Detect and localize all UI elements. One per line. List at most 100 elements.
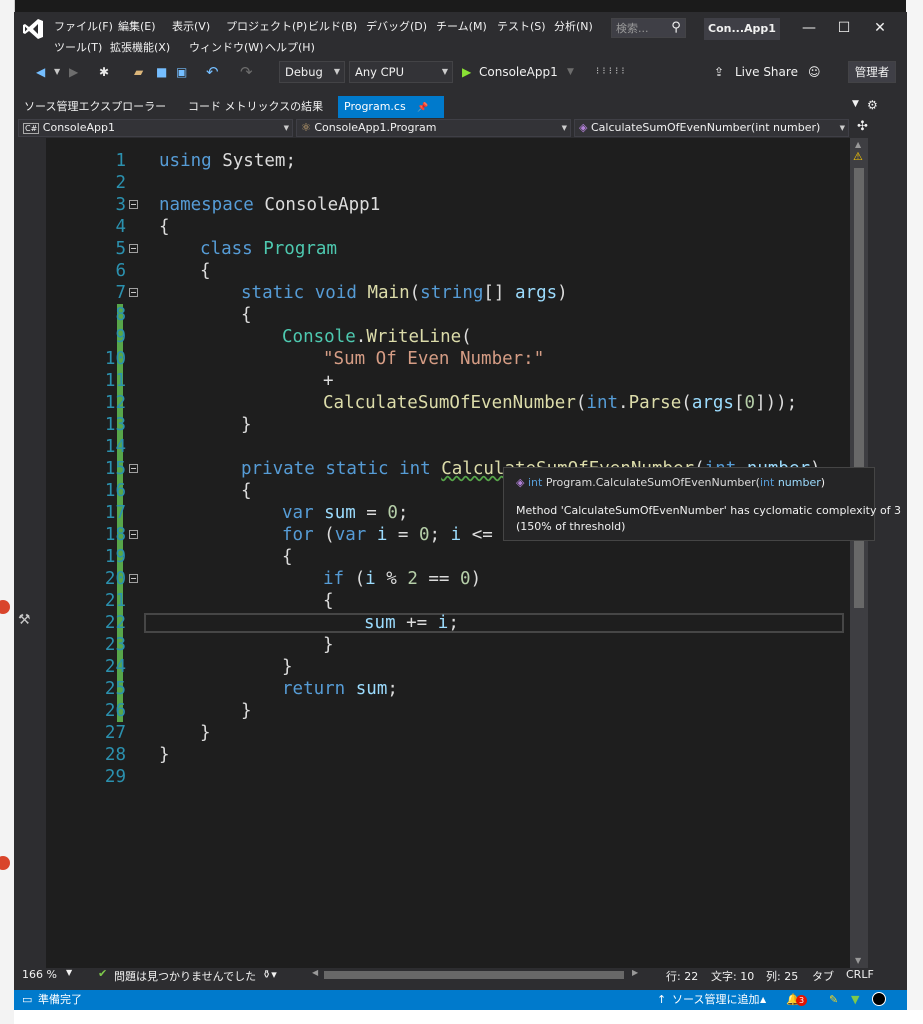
chevron-down-icon[interactable]: ▼	[567, 63, 574, 81]
code-line-18: for (var i = 0; i <= nu	[282, 524, 524, 546]
menu-test[interactable]: テスト(S)	[497, 18, 546, 34]
open-folder-icon[interactable]: ▰	[134, 63, 143, 81]
account-icon[interactable]	[872, 992, 886, 1006]
zoom-select[interactable]: 166 %	[22, 968, 57, 981]
search-icon[interactable]: ⚲	[666, 18, 686, 38]
fold-toggle-icon[interactable]	[129, 464, 138, 473]
token: (	[344, 569, 366, 589]
code-line-21: {	[323, 591, 334, 611]
chevron-down-icon[interactable]: ▼	[54, 63, 60, 81]
maximize-icon[interactable]: ☐	[829, 18, 859, 38]
scroll-up-icon[interactable]: ▲	[855, 140, 861, 149]
menu-tools[interactable]: ツール(T)	[54, 39, 102, 55]
chevron-down-icon: ▼	[283, 124, 289, 132]
tab-source-control[interactable]: ソース管理エクスプローラー 📌	[18, 96, 178, 135]
tab-label: コード メトリックスの結果	[188, 100, 324, 113]
live-share-button[interactable]: Live Share	[735, 63, 798, 81]
forward-icon[interactable]: ▶	[69, 63, 78, 81]
line-number: 29	[104, 767, 126, 787]
token: using	[159, 151, 212, 171]
menu-project[interactable]: プロジェクト(P)	[226, 18, 307, 34]
token: (	[409, 283, 421, 303]
token: 0	[744, 393, 756, 413]
undo-icon[interactable]: ↶	[206, 63, 219, 81]
menu-window[interactable]: ウィンドウ(W)	[189, 39, 263, 55]
start-debug-icon[interactable]: ▶	[462, 63, 471, 81]
fold-toggle-icon[interactable]	[129, 200, 138, 209]
back-icon[interactable]: ◀	[36, 63, 45, 81]
issues-status[interactable]: 問題は見つかりませんでした	[114, 968, 256, 984]
token: var	[282, 503, 314, 523]
check-circle-icon: ✔	[98, 967, 108, 980]
line-number: 11	[104, 371, 126, 391]
status-ready: 準備完了	[38, 993, 82, 1006]
scroll-right-icon[interactable]: ▶	[632, 968, 638, 977]
editor-bottom-bar: 166 % ▼ ✔ 問題は見つかりませんでした ⚱▾ ◀ ▶ 行: 22 文字:…	[14, 967, 874, 984]
tab-label: Program.cs	[344, 100, 406, 113]
tab-program-cs[interactable]: Program.cs 📌 ✕	[338, 96, 444, 136]
notification-badge: 3	[796, 995, 807, 1006]
add-to-source-control-button[interactable]: ソース管理に追加	[672, 990, 759, 1010]
token: ;	[429, 525, 451, 545]
scroll-down-icon[interactable]: ▼	[855, 956, 861, 965]
gear-icon[interactable]: ⚙	[867, 98, 878, 112]
split-editor-icon[interactable]: ✣	[857, 119, 868, 134]
new-project-icon[interactable]: ✱	[99, 63, 109, 81]
save-icon[interactable]: ■	[156, 63, 167, 81]
code-editor[interactable]: 1 2 3 4 5 6 7 8 9 10 11 12 13 14 15 16 17 18 19 20 21 22 23 24 2…	[46, 138, 850, 968]
menu-file[interactable]: ファイル(F)	[54, 18, 113, 34]
menu-help[interactable]: ヘルプ(H)	[265, 39, 315, 55]
menu-edit[interactable]: 編集(E)	[118, 18, 156, 34]
member-dropdown[interactable]: ◈ CalculateSumOfEvenNumber(int number) ▼	[574, 119, 849, 137]
fold-toggle-icon[interactable]	[129, 244, 138, 253]
warning-icon[interactable]: ⚠	[853, 150, 863, 163]
scroll-left-icon[interactable]: ◀	[312, 968, 318, 977]
menu-view[interactable]: 表示(V)	[172, 18, 210, 34]
configuration-select[interactable]: Debug ▼	[279, 61, 345, 83]
token: .	[618, 393, 629, 413]
redo-icon[interactable]: ↷	[240, 63, 253, 81]
background-top-strip	[0, 0, 923, 12]
horizontal-scrollbar-thumb[interactable]	[324, 971, 624, 979]
close-icon[interactable]: ✕	[865, 18, 895, 38]
token: sum	[324, 503, 356, 523]
token: WriteLine	[366, 327, 462, 347]
line-number: 18	[104, 525, 126, 545]
fold-toggle-icon[interactable]	[129, 288, 138, 297]
pin-icon[interactable]: 📌	[417, 103, 428, 113]
platform-select[interactable]: Any CPU ▼	[349, 61, 453, 83]
solution-name: Con...App1	[704, 18, 780, 40]
token: class	[200, 239, 253, 259]
fold-toggle-icon[interactable]	[129, 530, 138, 539]
live-share-icon[interactable]: ⇪	[714, 63, 724, 81]
save-all-icon[interactable]: ▣	[176, 63, 187, 81]
scrollbar-thumb[interactable]	[854, 168, 864, 608]
method-icon: ◈	[579, 121, 588, 134]
menu-team[interactable]: チーム(M)	[436, 18, 487, 34]
code-line-12: CalculateSumOfEvenNumber(int.Parse(args[…	[323, 392, 797, 414]
chevron-down-icon[interactable]: ▼	[852, 99, 859, 109]
tab-code-metrics[interactable]: コード メトリックスの結果 📌	[182, 96, 342, 135]
feedback-icon[interactable]: ☺	[808, 63, 821, 81]
chevron-up-icon[interactable]: ▲	[760, 990, 766, 1010]
chevron-down-icon[interactable]: ▼	[66, 968, 72, 977]
token: .	[355, 327, 367, 347]
extension-icon[interactable]: ✎	[829, 990, 838, 1010]
token: %	[375, 569, 408, 589]
quick-actions-icon[interactable]: ⚒	[18, 612, 31, 628]
menu-build[interactable]: ビルド(B)	[308, 18, 357, 34]
breakpoint-tools-icon[interactable]: ⁝ ⁝ ⁝ ⁝ ⁝	[596, 63, 625, 81]
token: sum	[364, 613, 396, 633]
menu-debug[interactable]: デバッグ(D)	[366, 18, 427, 34]
minimize-icon[interactable]: —	[794, 18, 824, 38]
menu-extensions[interactable]: 拡張機能(X)	[110, 39, 170, 55]
cleanup-icon[interactable]: ⚱▾	[262, 968, 277, 981]
start-debug-button[interactable]: ConsoleApp1	[479, 63, 558, 81]
token: int	[527, 476, 543, 489]
fold-toggle-icon[interactable]	[129, 574, 138, 583]
class-dropdown[interactable]: ⚛ ConsoleApp1.Program ▼	[296, 119, 571, 137]
status-icon: ▭	[22, 993, 33, 1006]
shield-icon[interactable]: ▼	[851, 990, 859, 1010]
menu-analyze[interactable]: 分析(N)	[554, 18, 593, 34]
project-dropdown[interactable]: C# ConsoleApp1 ▼	[18, 119, 293, 137]
